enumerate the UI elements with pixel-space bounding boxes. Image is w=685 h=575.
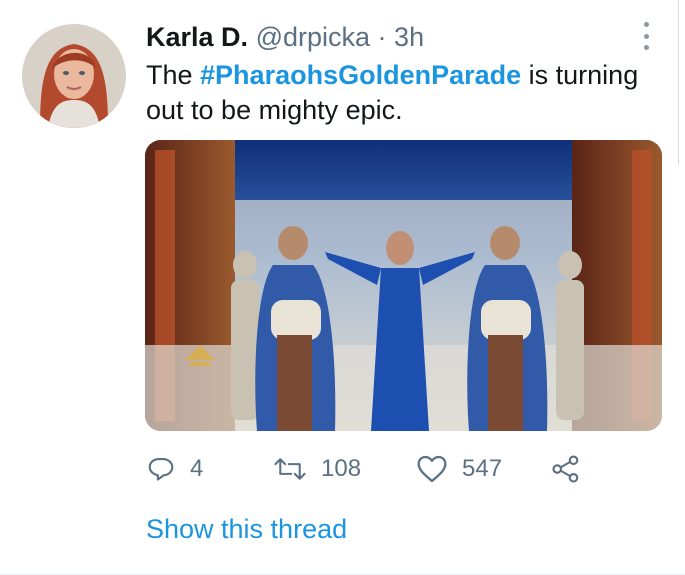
tweet-header: Karla D. @drpicka · 3h: [146, 20, 424, 54]
tweet-text: The #PharaohsGoldenParade is turning out…: [146, 58, 666, 128]
retweet-button[interactable]: 108: [273, 450, 361, 488]
timeline-divider: [678, 0, 679, 165]
heart-icon: [416, 454, 462, 484]
reply-icon: [146, 454, 190, 484]
like-count: 547: [462, 455, 503, 482]
tweet-text-prefix: The: [146, 60, 201, 90]
reply-count: 4: [190, 455, 204, 482]
show-thread-link[interactable]: Show this thread: [146, 514, 347, 545]
author-name[interactable]: Karla D.: [146, 22, 248, 52]
avatar[interactable]: [22, 24, 126, 128]
share-button[interactable]: [551, 450, 595, 488]
tweet-actions: 4 108 547: [146, 450, 606, 488]
reply-button[interactable]: 4: [146, 450, 203, 488]
tweet-media[interactable]: [145, 140, 662, 431]
separator: ·: [377, 22, 387, 52]
retweet-icon: [273, 454, 321, 484]
more-options-icon[interactable]: [636, 22, 656, 50]
share-icon: [551, 454, 595, 484]
author-handle[interactable]: @drpicka: [256, 22, 370, 52]
like-button[interactable]: 547: [416, 450, 502, 488]
timestamp[interactable]: 3h: [394, 22, 424, 52]
hashtag-link[interactable]: #PharaohsGoldenParade: [200, 60, 521, 90]
retweet-count: 108: [321, 455, 362, 482]
